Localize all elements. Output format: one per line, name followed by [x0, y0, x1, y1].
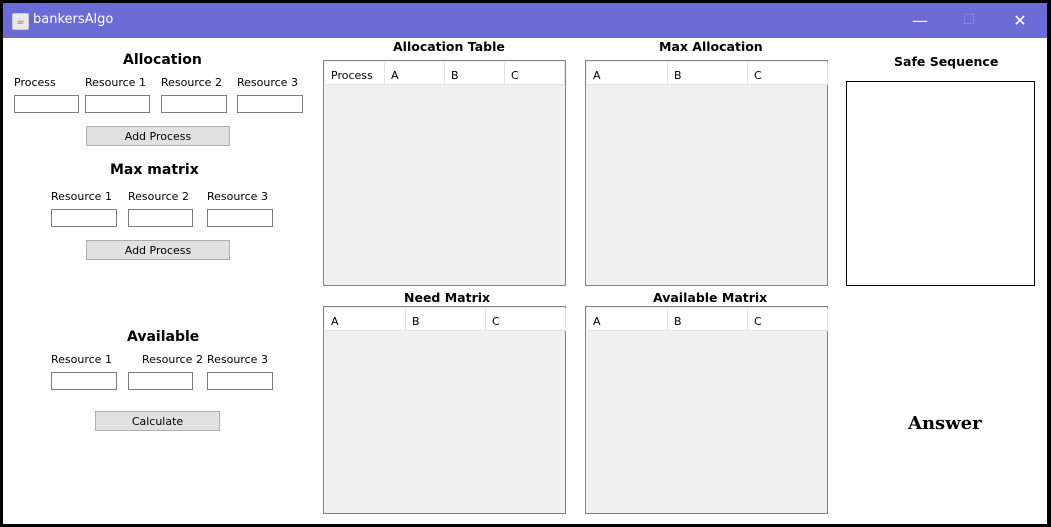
max-allocation-header: A B C	[587, 62, 828, 85]
available-matrix-table[interactable]: A B C	[585, 306, 828, 514]
available-matrix-header: A B C	[587, 308, 828, 331]
answer-label: Answer	[908, 413, 982, 434]
allocation-table-col-c[interactable]: C	[505, 62, 565, 85]
allocation-resource1-label: Resource 1	[85, 76, 146, 89]
max-allocation-table[interactable]: A B C	[585, 60, 828, 286]
allocation-heading: Allocation	[123, 52, 202, 68]
available-resource2-input[interactable]	[128, 372, 193, 390]
available-resource2-label: Resource 2	[142, 353, 203, 366]
max-resource1-label: Resource 1	[51, 190, 112, 203]
allocation-resource3-label: Resource 3	[237, 76, 298, 89]
allocation-table[interactable]: Process A B C	[323, 60, 566, 286]
need-matrix-col-a[interactable]: A	[325, 308, 406, 331]
available-resource3-input[interactable]	[207, 372, 273, 390]
window-title: bankersAlgo	[33, 12, 114, 27]
need-matrix-col-c[interactable]: C	[486, 308, 566, 331]
allocation-table-col-a[interactable]: A	[385, 62, 445, 85]
max-resource2-input[interactable]	[128, 209, 193, 227]
max-add-process-button[interactable]: Add Process	[86, 240, 230, 260]
available-matrix-title: Available Matrix	[653, 290, 768, 305]
available-matrix-col-c[interactable]: C	[748, 308, 828, 331]
allocation-resource2-label: Resource 2	[161, 76, 222, 89]
max-allocation-col-b[interactable]: B	[668, 62, 748, 85]
safe-sequence-title: Safe Sequence	[894, 54, 999, 69]
safe-sequence-area[interactable]	[846, 81, 1035, 286]
allocation-table-col-b[interactable]: B	[445, 62, 505, 85]
allocation-table-title: Allocation Table	[393, 39, 505, 54]
max-allocation-title: Max Allocation	[659, 39, 763, 54]
allocation-add-process-button[interactable]: Add Process	[86, 126, 230, 146]
available-matrix-col-a[interactable]: A	[587, 308, 668, 331]
max-resource3-label: Resource 3	[207, 190, 268, 203]
main-window: ☕ bankersAlgo — ☐ ✕ Allocation Process R…	[3, 3, 1047, 524]
available-matrix-col-b[interactable]: B	[668, 308, 748, 331]
allocation-process-input[interactable]	[14, 95, 79, 113]
close-button[interactable]: ✕	[997, 3, 1043, 38]
available-resource1-label: Resource 1	[51, 353, 112, 366]
max-allocation-col-c[interactable]: C	[748, 62, 828, 85]
calculate-button[interactable]: Calculate	[95, 411, 220, 431]
max-resource3-input[interactable]	[207, 209, 273, 227]
need-matrix-col-b[interactable]: B	[406, 308, 486, 331]
minimize-button[interactable]: —	[897, 3, 943, 38]
allocation-resource3-input[interactable]	[237, 95, 303, 113]
available-resource1-input[interactable]	[51, 372, 117, 390]
allocation-resource1-input[interactable]	[85, 95, 150, 113]
allocation-table-col-process[interactable]: Process	[325, 62, 385, 85]
allocation-table-header: Process A B C	[325, 62, 565, 85]
available-heading: Available	[127, 329, 200, 345]
maximize-button[interactable]: ☐	[946, 3, 992, 38]
max-resource2-label: Resource 2	[128, 190, 189, 203]
allocation-process-label: Process	[14, 76, 56, 89]
max-matrix-heading: Max matrix	[110, 162, 199, 178]
available-resource3-label: Resource 3	[207, 353, 268, 366]
need-matrix-header: A B C	[325, 308, 566, 331]
max-resource1-input[interactable]	[51, 209, 117, 227]
allocation-resource2-input[interactable]	[161, 95, 227, 113]
max-allocation-col-a[interactable]: A	[587, 62, 668, 85]
need-matrix-title: Need Matrix	[404, 290, 491, 305]
need-matrix-table[interactable]: A B C	[323, 306, 566, 514]
title-bar[interactable]: ☕ bankersAlgo — ☐ ✕	[3, 3, 1047, 38]
java-app-icon: ☕	[12, 13, 29, 30]
